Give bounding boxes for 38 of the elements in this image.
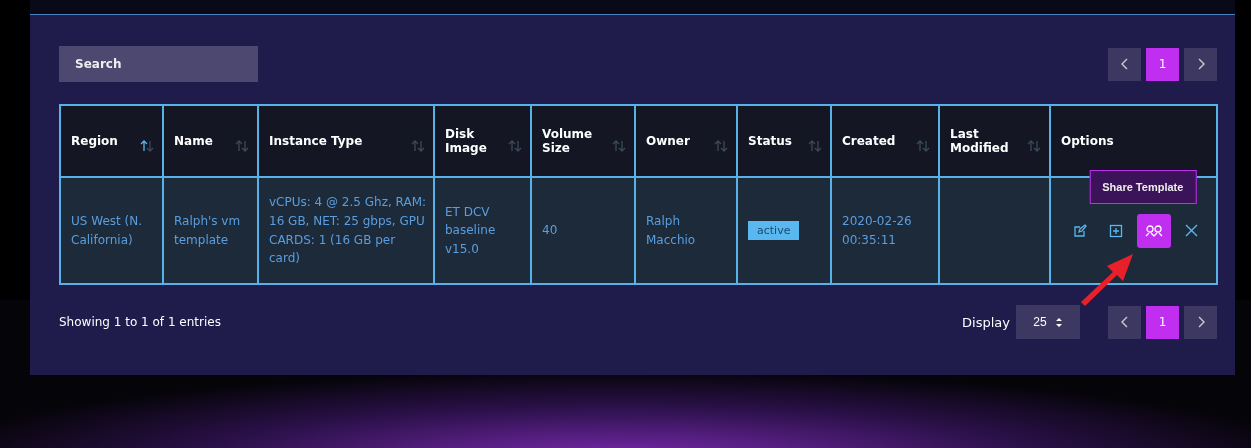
column-header[interactable]: Region [60,105,163,177]
column-header: Options [1050,105,1217,177]
page-size-select[interactable]: 25 [1016,305,1080,339]
updown-caret-icon [1054,316,1063,328]
display-label: Display [962,314,1010,330]
chevron-right-icon [1196,58,1205,70]
column-header[interactable]: Instance Type [258,105,434,177]
page-button[interactable]: 1 [1146,305,1179,339]
column-header[interactable]: Disk Image [434,105,531,177]
search-field[interactable]: Search [59,46,258,82]
column-header[interactable]: Last Modified [939,105,1050,177]
previous-page-button[interactable] [1108,47,1141,81]
edit-icon [1072,223,1087,238]
users-icon [1144,224,1163,237]
close-icon [1185,224,1198,237]
chevron-right-icon [1196,316,1205,328]
next-page-button[interactable] [1184,305,1217,339]
page-button[interactable]: 1 [1146,47,1179,81]
table-cell: vCPUs: 4 @ 2.5 Ghz, RAM: 16 GB, NET: 25 gbps, GPU CARDS: 1 (16 GB per card) [258,177,434,284]
chevron-left-icon [1120,316,1129,328]
column-header[interactable]: Volume Size [531,105,635,177]
table-cell: Ralph's vm template [163,177,258,284]
table-cell: 40 [531,177,635,284]
plus-square-icon [1108,223,1123,238]
column-header[interactable]: Created [831,105,939,177]
tooltip: Share Template [1089,169,1197,204]
next-page-button[interactable] [1184,47,1217,81]
entries-info: Showing 1 to 1 of 1 entries [59,315,221,329]
column-header[interactable]: Status [737,105,831,177]
table-cell: 2020-02-26 00:35:11 [831,177,939,284]
column-header[interactable]: Owner [635,105,737,177]
table-cell: US West (N. California) [60,177,163,284]
table-cell: Ralph Macchio [635,177,737,284]
column-header[interactable]: Name [163,105,258,177]
status-badge: active [748,221,800,241]
previous-page-button[interactable] [1108,305,1141,339]
table-cell: ET DCV baseline v15.0 [434,177,531,284]
chevron-left-icon [1120,58,1129,70]
